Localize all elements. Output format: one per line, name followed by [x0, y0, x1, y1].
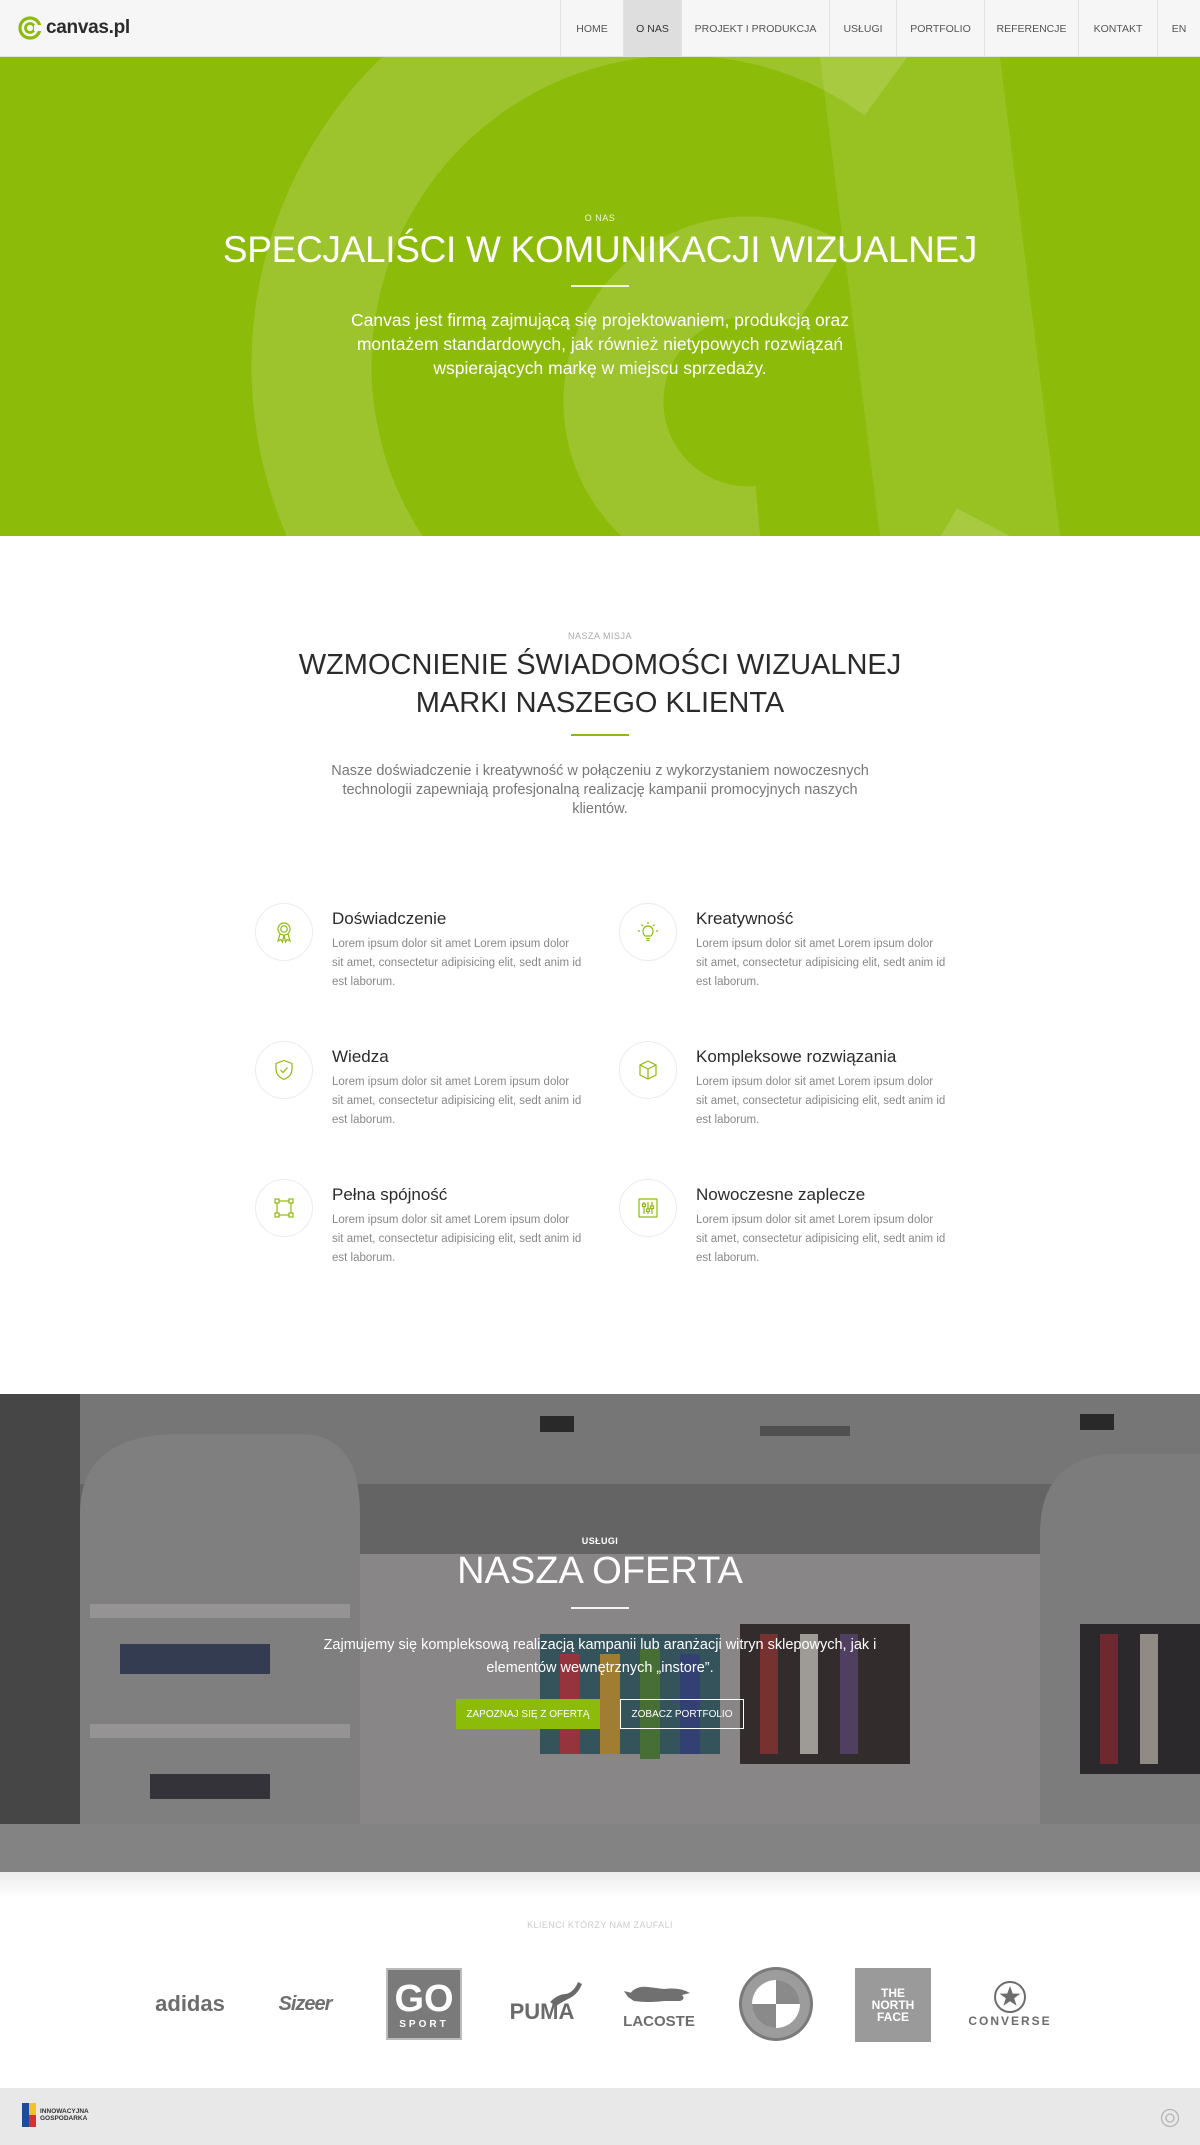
nav-item-home[interactable]: HOME: [560, 0, 623, 57]
feature-title: Kompleksowe rozwiązania: [696, 1047, 897, 1066]
eu-logo-text: INNOWACYJNA GOSPODARKA: [40, 2108, 89, 2122]
feature-desc: Lorem ipsum dolor sit amet Lorem ipsum d…: [332, 1076, 582, 1126]
north-face-logo-text: THE NORTH FACE: [871, 1986, 915, 2024]
feature-icon-circle: [255, 1179, 313, 1237]
feature-desc: Lorem ipsum dolor sit amet Lorem ipsum d…: [696, 1214, 946, 1264]
mission-title: WZMOCNIENIE ŚWIADOMOŚCI WIZUALNEJ MARKI …: [250, 646, 950, 722]
portfolio-button[interactable]: ZOBACZ PORTFOLIO: [620, 1699, 744, 1729]
offer-text: Zajmujemy się kompleksową realizacją kam…: [323, 1637, 877, 1676]
feature-item: Pełna spójność Lorem ipsum dolor sit ame…: [255, 1179, 595, 1289]
nav-item-kontakt[interactable]: KONTAKT: [1078, 0, 1157, 57]
client-logo-puma: PUMA: [500, 1980, 584, 2030]
hero-divider: [571, 285, 629, 287]
client-logo-converse: CONVERSE: [962, 1976, 1058, 2032]
feature-icon-circle: [255, 903, 313, 961]
client-logo-go-sport: GO SPORT: [386, 1968, 462, 2040]
hero-logo-watermark: [251, 57, 1060, 536]
site-header: canvas.pl HOME O NAS PROJEKT I PRODUKCJA…: [0, 0, 1200, 57]
offer-eyebrow: USŁUGI: [581, 1536, 619, 1546]
feature-item: Nowoczesne zaplecze Lorem ipsum dolor si…: [619, 1179, 959, 1289]
eu-text-line2: GOSPODARKA: [40, 2115, 88, 2122]
mission-title-line1: WZMOCNIENIE ŚWIADOMOŚCI WIZUALNEJ: [298, 649, 902, 681]
nav-item-referencje[interactable]: REFERENCJE: [984, 0, 1078, 57]
feature-desc: Lorem ipsum dolor sit amet Lorem ipsum d…: [696, 1076, 946, 1126]
site-footer: INNOWACYJNA GOSPODARKA: [0, 2088, 1200, 2145]
offer-divider: [571, 1607, 629, 1609]
nav-item-projekt-i-produkcja[interactable]: PROJEKT I PRODUKCJA: [681, 0, 829, 57]
feature-title: Kreatywność: [696, 909, 794, 928]
nav-item-uslugi[interactable]: USŁUGI: [829, 0, 896, 57]
feature-desc: Lorem ipsum dolor sit amet Lorem ipsum d…: [332, 1214, 582, 1264]
feature-title: Nowoczesne zaplecze: [696, 1185, 866, 1204]
shield-check-icon: [275, 1059, 293, 1081]
hero-title: SPECJALIŚCI W KOMUNIKACJI WIZUALNEJ: [222, 229, 978, 270]
offer-section: USŁUGI NASZA OFERTA Zajmujemy się komple…: [0, 1394, 1200, 1872]
feature-item: Kompleksowe rozwiązania Lorem ipsum dolo…: [619, 1041, 959, 1151]
feature-icon-circle: [255, 1041, 313, 1099]
go-sport-logo-text: GO: [394, 1977, 454, 2020]
eu-text-line1: INNOWACYJNA: [40, 2108, 89, 2115]
mission-divider: [571, 734, 629, 736]
hero-text: Canvas jest firmą zajmującą się projekto…: [351, 310, 849, 378]
offer-title: NASZA OFERTA: [457, 1550, 743, 1592]
sliders-icon: [638, 1198, 658, 1218]
hero-eyebrow: O NAS: [584, 213, 616, 223]
converse-logo-text: CONVERSE: [968, 2014, 1052, 2028]
feature-icon-circle: [619, 1179, 677, 1237]
canvas-logo-icon: [18, 16, 42, 40]
offer-button[interactable]: ZAPOZNAJ SIĘ Z OFERTĄ: [456, 1699, 600, 1729]
lightbulb-icon: [638, 922, 658, 942]
go-sport-logo-sub: SPORT: [399, 2018, 449, 2030]
footer-badge-icon[interactable]: [1160, 2108, 1180, 2128]
puma-cat-icon: [550, 1982, 582, 2006]
feature-desc: Lorem ipsum dolor sit amet Lorem ipsum d…: [332, 938, 582, 988]
eu-flag-icon: [22, 2103, 36, 2127]
nav-item-o-nas[interactable]: O NAS: [623, 0, 681, 57]
client-logo-lacoste: LACOSTE: [620, 1972, 698, 2034]
nav-item-portfolio[interactable]: PORTFOLIO: [896, 0, 984, 57]
feature-item: Kreatywność Lorem ipsum dolor sit amet L…: [619, 903, 959, 1013]
clients-shadow: [0, 1872, 1200, 1898]
feature-title: Doświadczenie: [332, 909, 447, 928]
offer-overlay: [0, 1394, 1200, 1872]
nav-item-en[interactable]: EN: [1157, 0, 1200, 57]
client-logo-adidas: adidas: [155, 1991, 225, 2016]
hero-section: O NAS SPECJALIŚCI W KOMUNIKACJI WIZUALNE…: [0, 57, 1200, 536]
feature-desc: Lorem ipsum dolor sit amet Lorem ipsum d…: [696, 938, 946, 988]
box-icon: [639, 1060, 657, 1080]
mission-text: Nasze doświadczenie i kreatywność w połą…: [331, 763, 869, 817]
feature-title: Pełna spójność: [332, 1185, 448, 1204]
bmw-roundel-icon: [739, 1967, 813, 2041]
logo[interactable]: canvas.pl: [18, 14, 130, 42]
clients-eyebrow: KLIENCI KTÓRZY NAM ZAUFALI: [527, 1920, 673, 1930]
clients-section: KLIENCI KTÓRZY NAM ZAUFALI adidas Sizeer…: [0, 1872, 1200, 2088]
logo-text: canvas.pl: [46, 17, 130, 38]
crocodile-icon: [624, 1986, 690, 2002]
feature-title: Wiedza: [332, 1047, 389, 1066]
feature-icon-circle: [619, 1041, 677, 1099]
lacoste-logo-text: LACOSTE: [623, 2012, 695, 2030]
client-logo-the-north-face: THE NORTH FACE: [855, 1968, 931, 2042]
client-logo-sizeer: Sizeer: [278, 1992, 333, 2015]
feature-item: Doświadczenie Lorem ipsum dolor sit amet…: [255, 903, 595, 1013]
main-nav: HOME O NAS PROJEKT I PRODUKCJA USŁUGI PO…: [560, 0, 1200, 57]
feature-item: Wiedza Lorem ipsum dolor sit amet Lorem …: [255, 1041, 595, 1151]
client-logo-bmw: [738, 1966, 814, 2042]
vector-square-icon: [274, 1198, 294, 1218]
award-icon: [277, 922, 291, 944]
feature-icon-circle: [619, 903, 677, 961]
mission-eyebrow: NASZA MISJA: [567, 631, 632, 641]
innowacyjna-gospodarka-logo[interactable]: INNOWACYJNA GOSPODARKA: [22, 2103, 89, 2127]
mission-title-line2: MARKI NASZEGO KLIENTA: [415, 687, 785, 719]
converse-star-icon: [994, 1981, 1026, 2013]
